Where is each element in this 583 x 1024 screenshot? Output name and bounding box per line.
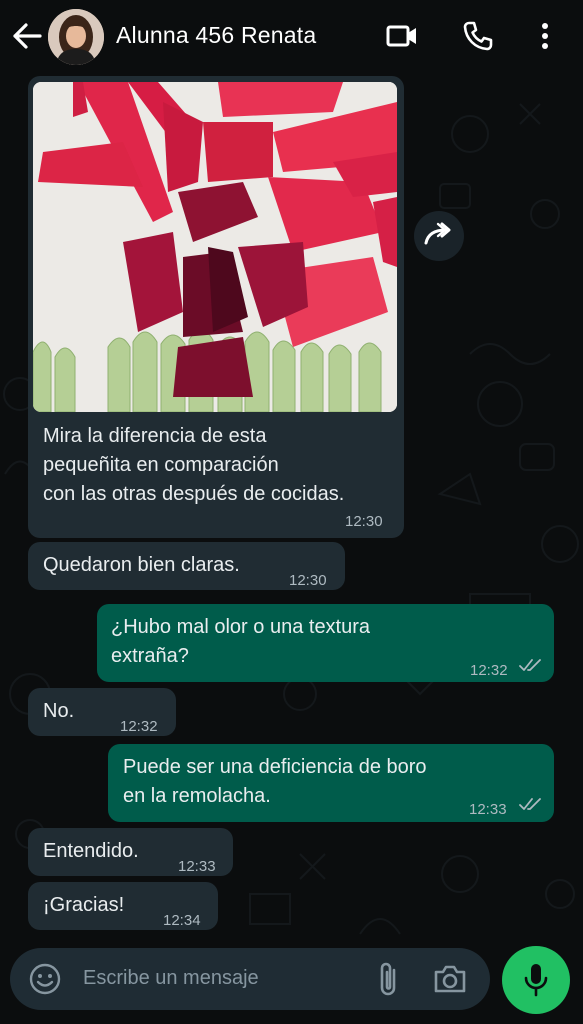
message-composer[interactable]: Escribe un mensaje [10, 948, 490, 1010]
forward-button[interactable] [414, 211, 464, 261]
message-bubble-incoming[interactable]: ¡Gracias! 12:34 [28, 882, 218, 930]
microphone-icon [524, 964, 548, 997]
message-text: ¡Gracias! [43, 894, 125, 916]
message-time: 12:32 [470, 662, 508, 679]
message-line: en la remolacha. [123, 785, 271, 807]
message-input[interactable]: Escribe un mensaje [83, 967, 259, 990]
message-text: Mira la diferencia de esta pequeñita en … [43, 422, 344, 509]
video-call-icon[interactable] [384, 18, 420, 54]
message-line: ¿Hubo mal olor o una textura [111, 616, 371, 638]
message-line: con las otras después de cocidas. [43, 483, 345, 505]
message-bubble-incoming[interactable]: No. 12:32 [28, 688, 176, 736]
message-line: pequeñita en comparación [43, 454, 279, 476]
message-bubble-outgoing[interactable]: Puede ser una deficiencia de boro en la … [108, 744, 554, 822]
message-text: Quedaron bien claras. [43, 554, 240, 576]
contact-name[interactable]: Alunna 456 Renata [116, 22, 316, 49]
message-line: Mira la diferencia de esta [43, 425, 267, 447]
message-bubble-incoming[interactable]: Quedaron bien claras. 12:30 [28, 542, 345, 590]
camera-icon[interactable] [432, 962, 468, 996]
message-line: extraña? [111, 645, 189, 667]
chat-header: Alunna 456 Renata [0, 0, 583, 74]
voice-message-button[interactable] [502, 946, 570, 1014]
message-time: 12:34 [163, 912, 201, 929]
back-arrow-icon[interactable] [12, 22, 42, 50]
emoji-icon[interactable] [28, 962, 62, 996]
message-text: Entendido. [43, 840, 139, 862]
forward-icon [424, 222, 451, 245]
message-time: 12:30 [289, 572, 327, 589]
attach-icon[interactable] [374, 960, 404, 1000]
beet-slices-photo[interactable] [33, 82, 397, 412]
more-options-icon[interactable] [527, 18, 563, 54]
phone-call-icon[interactable] [460, 18, 496, 54]
photo-content [33, 82, 397, 412]
read-ticks-icon [519, 659, 541, 671]
message-line: Puede ser una deficiencia de boro [123, 756, 427, 778]
message-time: 12:32 [120, 718, 158, 735]
message-bubble-outgoing[interactable]: ¿Hubo mal olor o una textura extraña? 12… [97, 604, 554, 682]
read-ticks-icon [519, 798, 541, 810]
message-bubble-incoming[interactable]: Entendido. 12:33 [28, 828, 233, 876]
message-text: Puede ser una deficiencia de boro en la … [123, 753, 427, 811]
avatar[interactable] [48, 9, 104, 65]
message-text: ¿Hubo mal olor o una textura extraña? [111, 613, 370, 671]
message-time: 12:30 [345, 513, 383, 530]
message-time: 12:33 [178, 858, 216, 875]
message-time: 12:33 [469, 801, 507, 818]
message-text: No. [43, 700, 75, 722]
